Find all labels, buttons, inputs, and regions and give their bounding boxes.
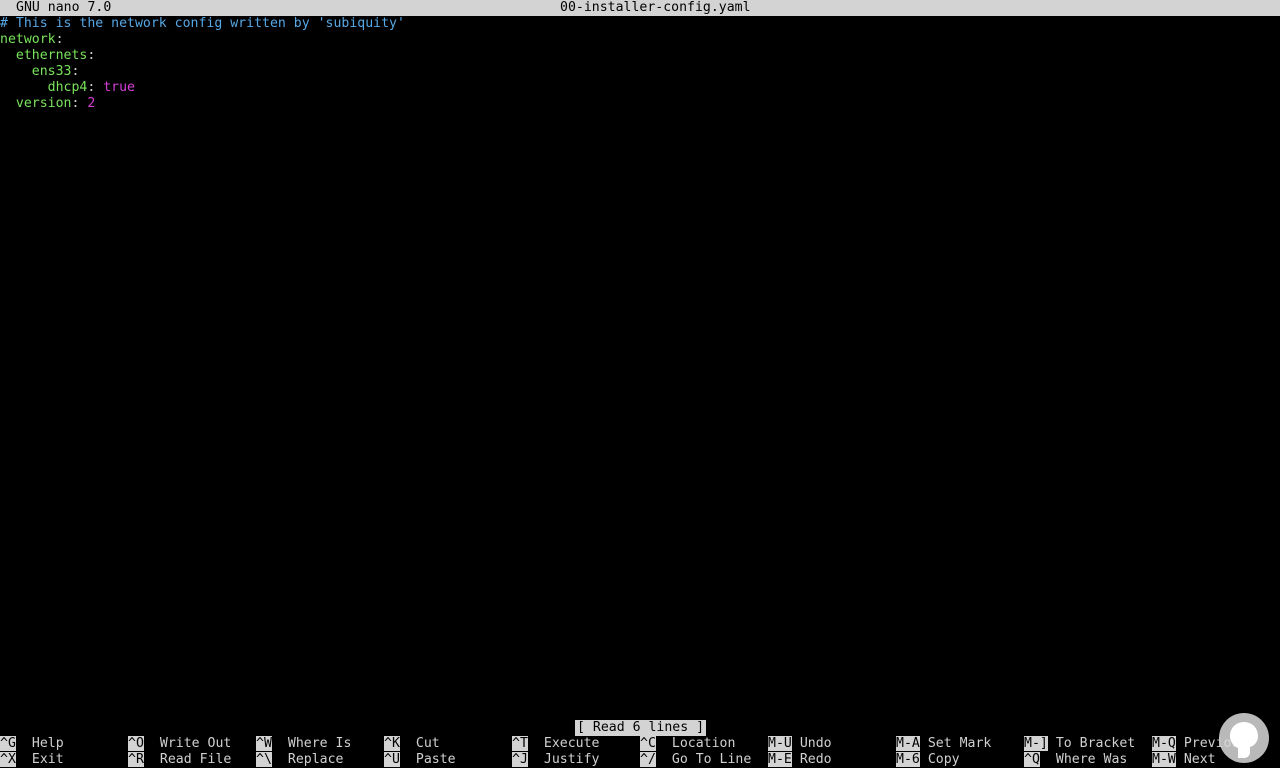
shortcut-location[interactable]: ^C Location — [640, 736, 735, 752]
shortcut-label: Read File — [159, 752, 232, 767]
file-name: 00-installer-config.yaml — [560, 0, 751, 15]
yaml-key: version — [15, 96, 72, 111]
editor-line[interactable]: # This is the network config written by … — [0, 16, 1280, 32]
shortcut-justify[interactable]: ^J Justify — [512, 752, 599, 768]
shortcut-next[interactable]: M-W Next — [1152, 752, 1216, 768]
editor-line[interactable]: ens33: — [0, 64, 1280, 80]
shortcut-execute[interactable]: ^T Execute — [512, 736, 599, 752]
shortcut-paste[interactable]: ^U Paste — [384, 752, 456, 768]
status-message: [ Read 6 lines ] — [575, 720, 707, 736]
shortcut-label: Help — [31, 736, 64, 751]
shortcut-key: ^G — [0, 736, 16, 751]
shortcut-key: ^W — [256, 736, 272, 751]
yaml-key: network — [0, 32, 56, 47]
shortcut-label: Location — [671, 736, 736, 751]
shortcut-key: ^U — [384, 752, 400, 767]
shortcut-key: M-E — [768, 752, 792, 767]
shortcut-label: Go To Line — [671, 752, 752, 767]
colon: : — [55, 32, 64, 47]
shortcut-label: Where Is — [287, 736, 352, 751]
shortcut-set-mark[interactable]: M-A Set Mark — [896, 736, 991, 752]
shortcut-key: ^\ — [256, 752, 272, 767]
shortcut-label: Set Mark — [927, 736, 992, 751]
colon: : — [71, 64, 80, 79]
shortcut-label: Next — [1183, 752, 1216, 767]
shortcut-key: M-] — [1024, 736, 1048, 751]
shortcut-replace[interactable]: ^\ Replace — [256, 752, 343, 768]
shortcut-key: ^J — [512, 752, 528, 767]
shortcut-key: M-6 — [896, 752, 920, 767]
editor-line[interactable]: ethernets: — [0, 48, 1280, 64]
shortcut-label: Where Was — [1055, 752, 1128, 767]
shortcut-key: M-A — [896, 736, 920, 751]
shortcut-key: ^/ — [640, 752, 656, 767]
shortcut-undo[interactable]: M-U Undo — [768, 736, 832, 752]
yaml-key: dhcp4 — [47, 80, 88, 95]
shortcut-help[interactable]: ^G Help — [0, 736, 64, 752]
colon: : — [87, 80, 104, 95]
colon: : — [71, 96, 88, 111]
shortcut-label: Redo — [799, 752, 832, 767]
shortcut-key: ^O — [128, 736, 144, 751]
comment-line: # This is the network config written by … — [0, 16, 405, 31]
shortcut-label: Write Out — [159, 736, 232, 751]
shortcut-write-out[interactable]: ^O Write Out — [128, 736, 231, 752]
shortcut-go-to-line[interactable]: ^/ Go To Line — [640, 752, 751, 768]
shortcut-key: M-U — [768, 736, 792, 751]
shortcut-label: Replace — [287, 752, 344, 767]
shortcut-label: Undo — [799, 736, 832, 751]
colon: : — [87, 48, 96, 63]
shortcut-label: To Bracket — [1055, 736, 1136, 751]
yaml-value: 2 — [87, 96, 96, 111]
editor-area[interactable]: # This is the network config written by … — [0, 16, 1280, 720]
shortcut-to-bracket[interactable]: M-] To Bracket — [1024, 736, 1135, 752]
yaml-value: true — [103, 80, 135, 95]
shortcut-key: ^K — [384, 736, 400, 751]
shortcut-copy[interactable]: M-6 Copy — [896, 752, 960, 768]
shortcut-redo[interactable]: M-E Redo — [768, 752, 832, 768]
editor-line[interactable]: network: — [0, 32, 1280, 48]
yaml-key: ens33 — [31, 64, 72, 79]
shortcut-label: Exit — [31, 752, 64, 767]
shortcut-read-file[interactable]: ^R Read File — [128, 752, 231, 768]
app-name: GNU nano 7.0 — [16, 0, 112, 15]
shortcut-label: Justify — [543, 752, 600, 767]
shortcut-cut[interactable]: ^K Cut — [384, 736, 440, 752]
shortcut-key: ^Q — [1024, 752, 1040, 767]
shortcut-exit[interactable]: ^X Exit — [0, 752, 64, 768]
shortcut-key: ^C — [640, 736, 656, 751]
shortcut-label: Execute — [543, 736, 600, 751]
shortcut-key: ^R — [128, 752, 144, 767]
shortcut-key: M-Q — [1152, 736, 1176, 751]
person-head-logo-icon — [1219, 713, 1269, 763]
shortcut-where-was[interactable]: ^Q Where Was — [1024, 752, 1127, 768]
shortcut-key: M-W — [1152, 752, 1176, 767]
editor-line[interactable]: dhcp4: true — [0, 80, 1280, 96]
shortcut-key: ^T — [512, 736, 528, 751]
editor-line[interactable]: version: 2 — [0, 96, 1280, 112]
shortcut-label: Copy — [927, 752, 960, 767]
shortcut-bar: ^G Help ^O Write Out ^W Where Is ^K Cut ^T Execut… — [0, 736, 1280, 768]
yaml-key: ethernets — [15, 48, 88, 63]
shortcut-where-is[interactable]: ^W Where Is — [256, 736, 351, 752]
shortcut-label: Cut — [415, 736, 440, 751]
shortcut-label: Paste — [415, 752, 456, 767]
title-bar: GNU nano 7.0 00-installer-config.yaml — [0, 0, 1280, 16]
shortcut-key: ^X — [0, 752, 16, 767]
